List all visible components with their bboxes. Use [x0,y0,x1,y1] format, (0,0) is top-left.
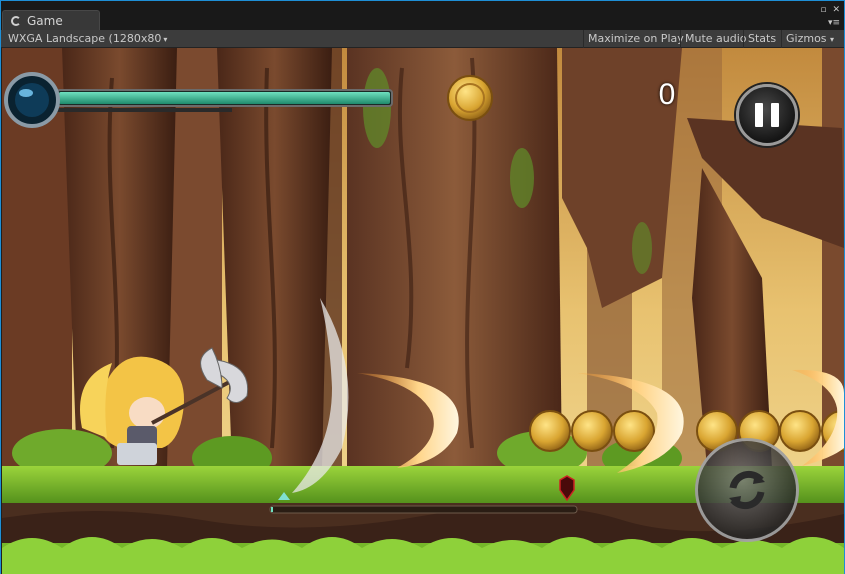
score-display: 0 [658,78,676,111]
close-window-icon[interactable]: ✕ [832,5,840,15]
game-toolbar: WXGA Landscape (1280x80 ▾ Maximize on Pla… [1,30,844,48]
game-viewport[interactable]: 0 [2,48,844,574]
maximize-window-icon[interactable]: ▫ [820,5,826,15]
mute-audio-button[interactable]: Mute audio [680,30,751,48]
stats-button[interactable]: Stats [743,30,780,48]
stats-label: Stats [748,32,777,45]
window-controls: ▫ ✕ [820,5,840,15]
chevron-down-icon: ▾ [830,35,835,44]
tab-bar: Game ▫ ✕ ▾≡ [1,1,844,30]
resolution-dropdown[interactable]: WXGA Landscape (1280x80 ▾ [8,32,167,45]
pause-button[interactable] [736,84,798,146]
swap-icon [729,470,765,510]
chevron-down-icon: ▾ [163,35,168,44]
resolution-label: WXGA Landscape (1280x80 [8,32,162,45]
tab-menu-icon[interactable]: ▾≡ [828,18,840,28]
swap-weapon-button[interactable] [695,438,799,542]
pause-icon [755,103,763,127]
maximize-label: Maximize on Play [588,32,684,45]
coin-icon [447,75,493,121]
pause-icon-bar [771,103,779,127]
tab-label: Game [27,13,63,28]
unity-icon [11,15,21,26]
tab-game[interactable]: Game [2,10,100,30]
game-window: Game ▫ ✕ ▾≡ WXGA Landscape (1280x80 ▾ Max… [0,0,845,574]
gizmos-dropdown[interactable]: Gizmos ▾ [781,30,838,48]
mute-label: Mute audio [685,32,747,45]
maximize-on-play-button[interactable]: Maximize on Play [583,30,688,48]
gizmos-label: Gizmos [786,32,827,45]
